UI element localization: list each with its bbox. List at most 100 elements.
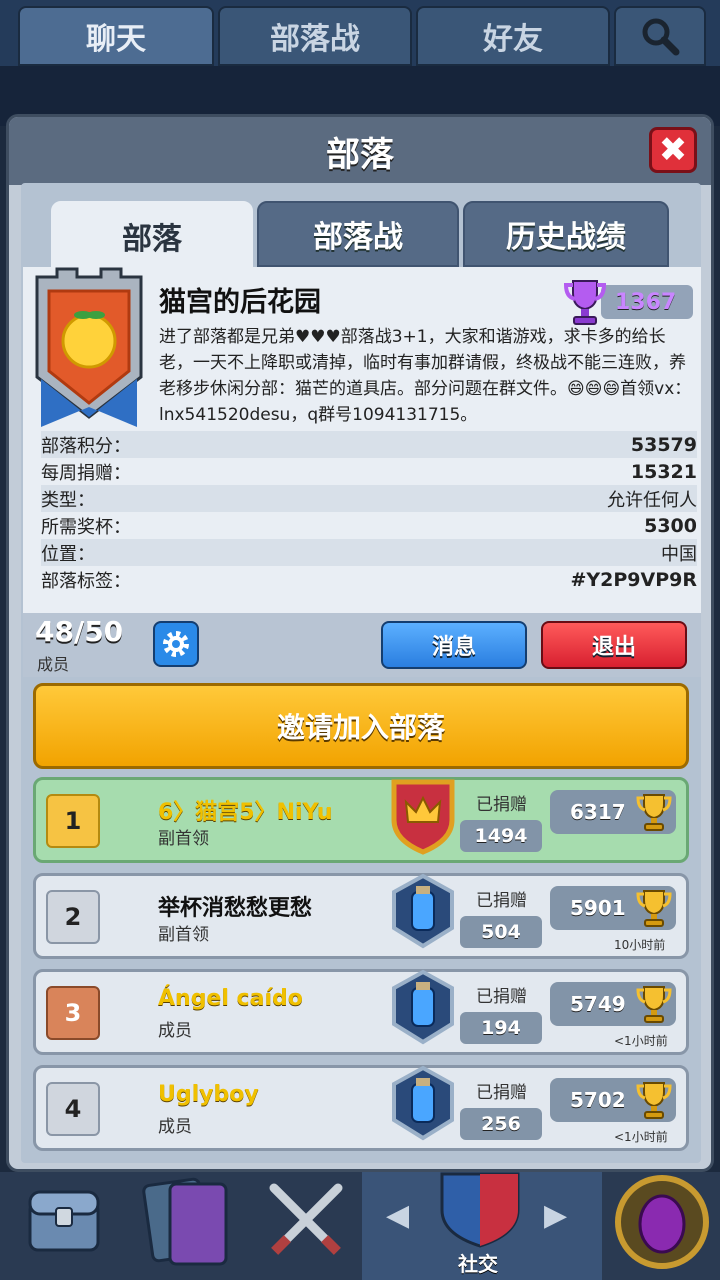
stat-label: 每周捐赠： <box>41 462 131 484</box>
member-role: 副首领 <box>158 829 209 849</box>
invite-button[interactable]: 邀请加入部落 <box>33 683 689 769</box>
events-icon[interactable] <box>612 1172 712 1272</box>
member-trophies-value: 5749 <box>570 992 626 1016</box>
stat-label: 位置： <box>41 543 95 565</box>
member-name: 举杯消愁愁更愁 <box>158 896 313 921</box>
bottom-nav: ◀ ▶ 社交 <box>0 1172 720 1280</box>
donated-label: 已捐赠 <box>476 1083 527 1103</box>
modal-header: 部落 <box>9 117 711 185</box>
clan-trophy-value: 1367 <box>615 289 677 315</box>
battle-swords-icon[interactable] <box>262 1176 350 1264</box>
chevron-left-icon: ◀ <box>386 1198 410 1233</box>
stat-row: 位置： 中国 <box>41 539 697 566</box>
rank-badge: 1 <box>46 794 100 848</box>
stat-row: 部落积分： 53579 <box>41 431 697 458</box>
clan-trophy-box: 1367 <box>563 280 693 325</box>
donated-value: 256 <box>460 1108 542 1140</box>
members-label: 成员 <box>37 655 70 674</box>
members-count: 48/50 <box>35 615 124 648</box>
rank-badge: 4 <box>46 1082 100 1136</box>
gear-icon <box>163 631 189 657</box>
stat-value: 允许任何人 <box>607 489 697 511</box>
donated-label: 已捐赠 <box>476 795 527 815</box>
arena-badge-icon <box>392 873 454 949</box>
member-role: 成员 <box>158 1021 192 1041</box>
close-button[interactable]: ✖ <box>649 127 697 173</box>
tab-clan-label: 部落 <box>122 222 182 257</box>
stat-row: 类型： 允许任何人 <box>41 485 697 512</box>
tab-clan[interactable]: 部落 <box>51 201 253 271</box>
stat-label: 类型： <box>41 489 95 511</box>
tab-chat-label: 聊天 <box>86 22 146 57</box>
member-role: 成员 <box>158 1117 192 1137</box>
member-trophies-value: 5901 <box>570 896 626 920</box>
clan-badge-icon <box>35 267 143 427</box>
message-button[interactable]: 消息 <box>381 621 527 669</box>
donated-label: 已捐赠 <box>476 891 527 911</box>
member-role: 副首领 <box>158 925 209 945</box>
last-seen: <1小时前 <box>614 1130 668 1144</box>
arena-badge-icon <box>392 1065 454 1141</box>
chevron-right-icon: ▶ <box>544 1198 568 1233</box>
stat-label: 所需奖杯： <box>41 516 131 538</box>
arena-badge-icon <box>392 969 454 1045</box>
clan-tag-value[interactable]: #Y2P9VP9R <box>570 569 697 591</box>
donated-value: 504 <box>460 916 542 948</box>
member-trophies: 5901 <box>550 886 676 930</box>
rank-badge: 3 <box>46 986 100 1040</box>
clan-name: 猫宫的后花园 <box>159 287 321 318</box>
clan-modal: 部落 ✖ 部落 部落战 历史战绩 猫宫的后花园 1367 进了部落都是兄弟♥♥♥… <box>6 114 714 1172</box>
trophy-icon <box>636 1082 672 1119</box>
member-trophies: 5749 <box>550 982 676 1026</box>
clan-description: 进了部落都是兄弟♥♥♥部落战3+1，大家和谐游戏，求卡多的给长老，一天不上降职或… <box>159 327 692 425</box>
last-seen: <1小时前 <box>614 1034 668 1048</box>
settings-button[interactable] <box>153 621 199 667</box>
close-icon: ✖ <box>658 130 688 170</box>
member-name: Ángel caído <box>158 986 303 1011</box>
cards-icon[interactable] <box>140 1172 236 1272</box>
stat-value: 5300 <box>644 514 697 537</box>
member-trophies-value: 6317 <box>570 800 626 824</box>
stat-row: 所需奖杯： 5300 <box>41 512 697 539</box>
stat-value: 中国 <box>661 543 697 565</box>
rank-badge: 2 <box>46 890 100 944</box>
member-row[interactable]: 3 Ángel caído 成员 已捐赠 194 5749 <1小时前 <box>33 969 689 1055</box>
tab-friends[interactable]: 好友 <box>416 6 610 66</box>
stat-row: 部落标签： #Y2P9VP9R <box>41 566 697 593</box>
tab-war-history-label: 历史战绩 <box>506 220 626 255</box>
nav-social-label: 社交 <box>458 1252 498 1276</box>
leave-button-label: 退出 <box>591 635 636 660</box>
trophy-icon <box>563 280 607 325</box>
last-seen: 10小时前 <box>614 938 666 952</box>
member-row[interactable]: 2 举杯消愁愁更愁 副首领 已捐赠 504 5901 10小时前 <box>33 873 689 959</box>
tab-war-history[interactable]: 历史战绩 <box>463 201 669 267</box>
tab-friends-label: 好友 <box>483 22 543 57</box>
tab-clan-war[interactable]: 部落战 <box>218 6 412 66</box>
search-button[interactable] <box>614 6 706 66</box>
nav-social-active[interactable]: ◀ ▶ 社交 <box>362 1172 602 1280</box>
member-trophies-value: 5702 <box>570 1088 626 1112</box>
stat-label: 部落积分： <box>41 435 131 457</box>
member-name: 6〉猫宫5〉NiYu <box>158 800 333 825</box>
donated-label: 已捐赠 <box>476 987 527 1007</box>
message-button-label: 消息 <box>431 635 476 660</box>
member-trophies: 5702 <box>550 1078 676 1122</box>
member-row[interactable]: 1 6〉猫宫5〉NiYu 副首领 已捐赠 1494 6317 <box>33 777 689 863</box>
trophy-icon <box>636 986 672 1023</box>
tab-clan-war-label: 部落战 <box>270 22 360 57</box>
donated-value: 194 <box>460 1012 542 1044</box>
donated-value: 1494 <box>460 820 542 852</box>
stat-row: 每周捐赠： 15321 <box>41 458 697 485</box>
invite-button-label: 邀请加入部落 <box>276 711 445 744</box>
tab-chat[interactable]: 聊天 <box>18 6 214 66</box>
top-tab-bar: 聊天 部落战 好友 <box>0 0 720 70</box>
shop-chest-icon[interactable] <box>22 1178 106 1262</box>
arena-badge-icon <box>391 779 455 855</box>
trophy-icon <box>636 890 672 927</box>
leave-button[interactable]: 退出 <box>541 621 687 669</box>
member-row[interactable]: 4 Uglyboy 成员 已捐赠 256 5702 <1小时前 <box>33 1065 689 1151</box>
tab-clan-war-panel[interactable]: 部落战 <box>257 201 459 267</box>
stat-value: 53579 <box>630 433 697 456</box>
member-trophies: 6317 <box>550 790 676 834</box>
clan-shield-icon <box>440 1172 520 1248</box>
